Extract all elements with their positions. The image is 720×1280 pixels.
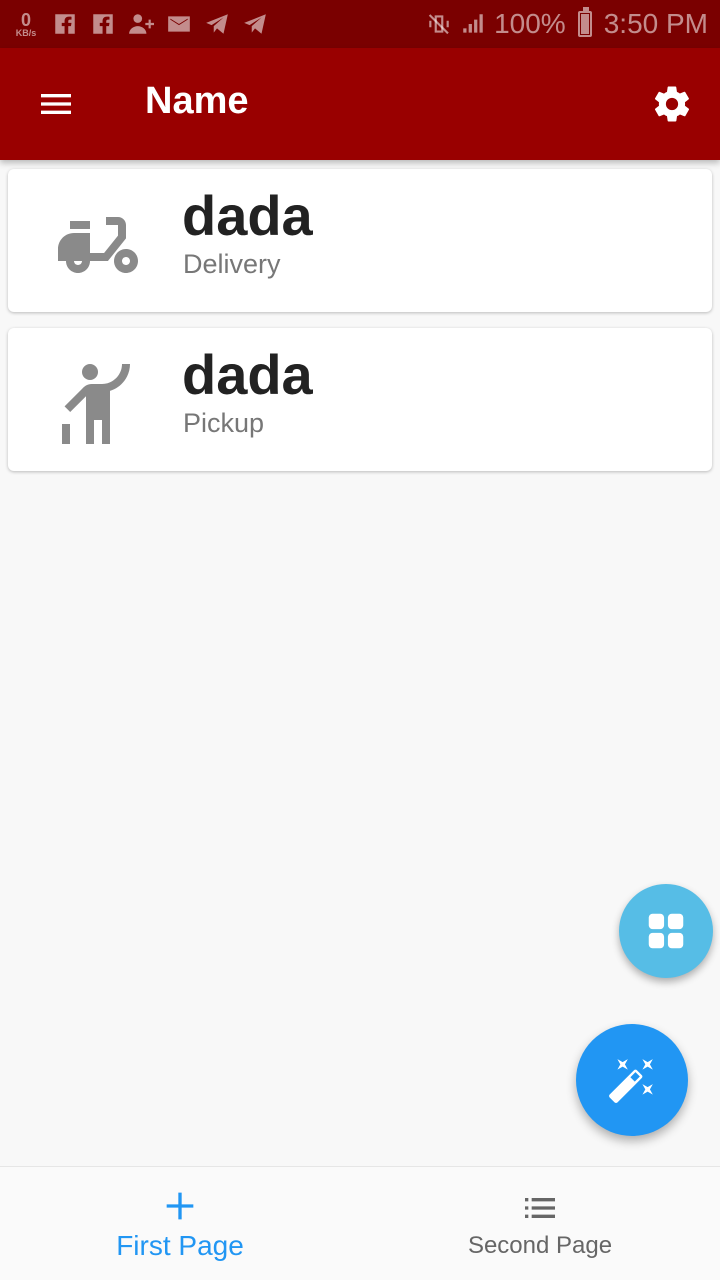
card-subtitle: Delivery bbox=[183, 249, 281, 279]
nav-item-second-page[interactable]: Second Page bbox=[360, 1167, 720, 1280]
menu-icon bbox=[41, 94, 71, 114]
nav-item-label: Second Page bbox=[467, 1231, 613, 1259]
battery-icon bbox=[577, 7, 592, 37]
menu-button[interactable] bbox=[20, 76, 92, 132]
person-waving-icon bbox=[48, 354, 148, 454]
nav-item-label: First Page bbox=[116, 1229, 244, 1261]
nav-item-first-page[interactable]: First Page bbox=[0, 1167, 360, 1280]
signal-icon bbox=[460, 11, 486, 37]
facebook-icon bbox=[52, 11, 78, 37]
gear-icon bbox=[654, 86, 690, 122]
add-user-icon bbox=[128, 11, 154, 37]
status-bar-right: 100% 3:50 PM bbox=[426, 7, 708, 40]
status-bar: 0 KB/s 100% 3:50 PM bbox=[0, 0, 720, 48]
mail-icon bbox=[166, 11, 192, 37]
scooter-icon bbox=[48, 195, 148, 295]
network-speed-unit: KB/s bbox=[15, 27, 37, 38]
list-item-pickup[interactable]: dada Pickup bbox=[8, 328, 712, 471]
list-icon bbox=[525, 1197, 555, 1218]
magic-wand-fab-button[interactable] bbox=[576, 1024, 688, 1136]
clock: 3:50 PM bbox=[603, 8, 708, 39]
battery-percent: 100% bbox=[494, 8, 566, 39]
telegram-icon bbox=[204, 11, 230, 37]
bottom-navigation: First Page Second Page bbox=[0, 1166, 720, 1280]
vibrate-icon bbox=[426, 11, 452, 37]
network-speed-value: 0 bbox=[20, 9, 31, 30]
plus-icon bbox=[166, 1192, 194, 1219]
grid-fab-button[interactable] bbox=[619, 884, 713, 978]
card-title: dada bbox=[182, 184, 313, 247]
magic-wand-icon bbox=[609, 1059, 653, 1103]
facebook-icon bbox=[90, 11, 116, 37]
network-speed: 0 KB/s bbox=[12, 11, 40, 38]
list-item-delivery[interactable]: dada Delivery bbox=[8, 169, 712, 312]
card-subtitle: Pickup bbox=[183, 408, 265, 438]
card-title: dada bbox=[182, 343, 313, 406]
telegram-icon bbox=[242, 11, 268, 37]
app-bar: Name bbox=[0, 48, 720, 160]
grid-icon bbox=[648, 913, 684, 949]
page-title: Name bbox=[145, 80, 249, 122]
status-bar-left: 0 KB/s bbox=[12, 11, 268, 38]
settings-button[interactable] bbox=[640, 76, 704, 132]
